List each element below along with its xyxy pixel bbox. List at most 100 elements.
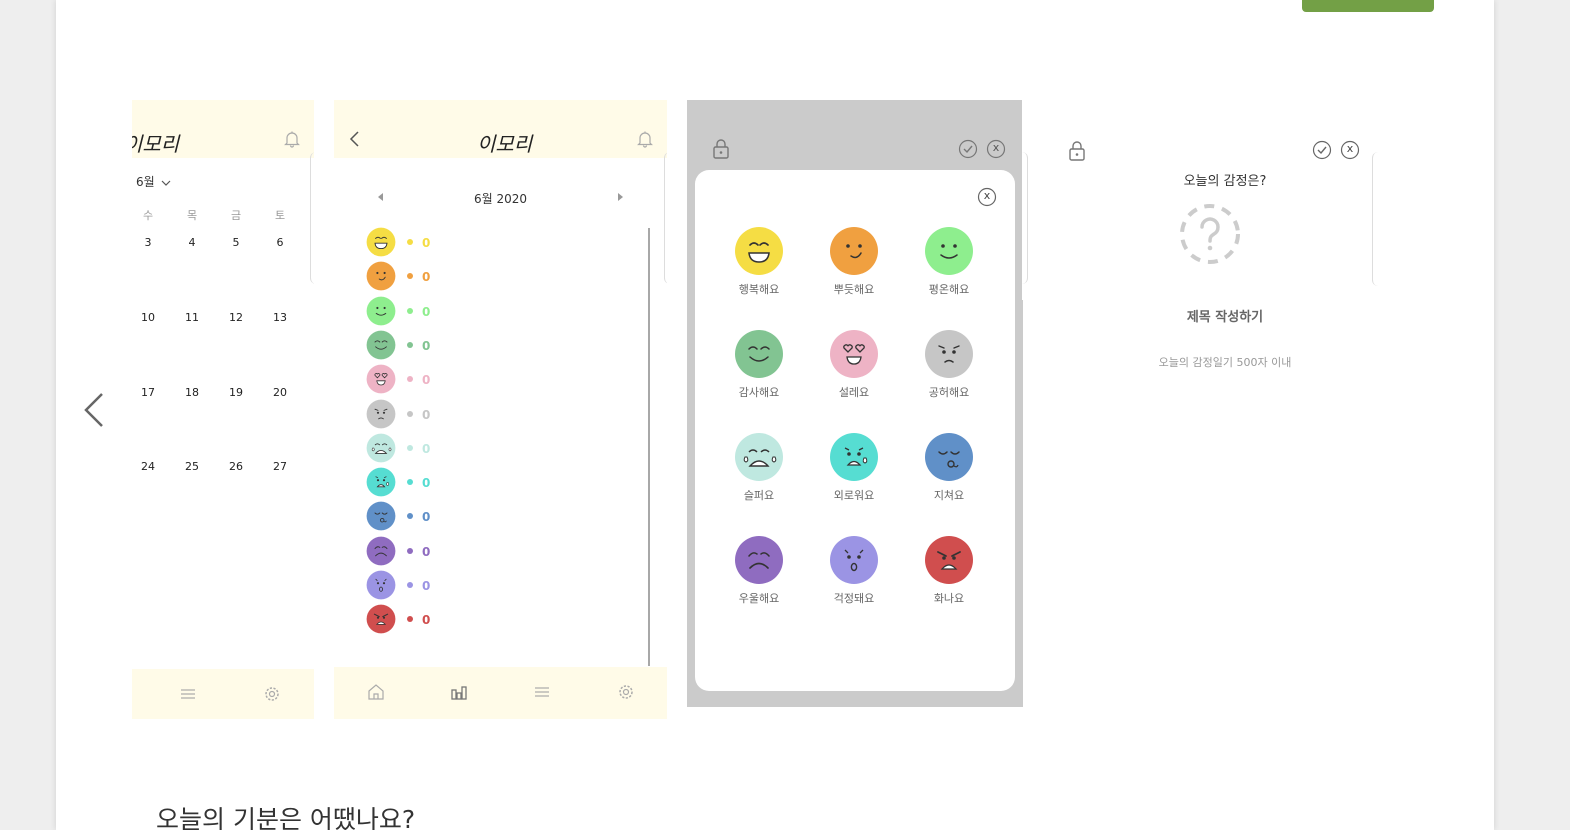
emotion-option[interactable]: 화나요 — [914, 535, 984, 617]
emotion-label: 행복해요 — [738, 283, 780, 296]
legend-dot — [407, 410, 413, 417]
top-action-button[interactable] — [1302, 0, 1434, 12]
app-logo: 이모리 — [477, 132, 533, 156]
emotion-option[interactable]: 설레요 — [819, 329, 889, 411]
calendar-day[interactable]: 20 — [268, 386, 292, 399]
calendar-day[interactable]: 25 — [180, 460, 204, 473]
legend-dot — [407, 513, 413, 520]
calendar-day[interactable]: 10 — [136, 311, 160, 324]
emotion-face-icon — [829, 226, 879, 276]
emotion-count: 0 — [422, 407, 431, 422]
unknown-emotion-icon[interactable] — [1178, 202, 1242, 266]
emotion-option[interactable]: 공허해요 — [914, 329, 984, 411]
emotion-option[interactable]: 평온해요 — [914, 226, 984, 308]
emotion-stat-row: 0 — [366, 364, 466, 394]
triangle-right-icon[interactable] — [616, 192, 624, 202]
page-container: 이모리 6월 수 목 금 토 3 4 5 6 10 11 12 13 17 18 19 20 24 25 26 27… — [56, 0, 1494, 830]
calendar-day[interactable]: 3 — [136, 236, 160, 249]
calendar-day[interactable]: 6 — [268, 236, 292, 249]
check-circle-icon[interactable] — [958, 139, 978, 159]
emotion-stat-row: 0 — [366, 296, 466, 326]
emotion-stat-row: 0 — [366, 604, 466, 634]
calendar-day[interactable]: 11 — [180, 311, 204, 324]
calendar-day[interactable]: 26 — [224, 460, 248, 473]
lock-icon[interactable] — [711, 138, 731, 160]
emotion-label: 공허해요 — [928, 386, 970, 399]
app-logo: 이모리 — [132, 132, 180, 156]
close-button[interactable]: x — [986, 139, 1006, 159]
calendar-day[interactable]: 19 — [224, 386, 248, 399]
month-label: 6월 — [136, 175, 155, 189]
gear-icon[interactable] — [616, 682, 636, 702]
legend-dot — [407, 616, 413, 623]
emotion-option[interactable]: 걱정돼요 — [819, 535, 889, 617]
menu-icon[interactable] — [532, 682, 552, 702]
emotion-label: 지쳐요 — [933, 489, 965, 502]
emotion-count: 0 — [422, 579, 431, 593]
check-circle-icon[interactable] — [1312, 140, 1332, 160]
emotion-option[interactable]: 우울해요 — [724, 535, 794, 617]
legend-dot — [407, 307, 413, 314]
legend-dot — [407, 376, 413, 383]
weekday-label: 수 — [142, 209, 154, 222]
emotion-stat-row: 0 — [366, 330, 466, 360]
emotion-option[interactable]: 뿌듯해요 — [819, 226, 889, 308]
calendar-day[interactable]: 18 — [180, 386, 204, 399]
emotion-count: 0 — [422, 304, 431, 319]
emotion-face-icon — [366, 467, 396, 497]
emotion-face-icon — [366, 261, 396, 291]
emotion-face-icon — [734, 226, 784, 276]
screen-calendar: 이모리 6월 수 목 금 토 3 4 5 6 10 11 12 13 17 18 19 20 24 25 26 27 — [132, 100, 314, 720]
menu-icon[interactable] — [178, 684, 198, 704]
calendar-day[interactable]: 13 — [268, 311, 292, 324]
emotion-face-icon — [366, 536, 396, 566]
emotion-face-icon — [829, 535, 879, 585]
emotion-count: 0 — [422, 338, 431, 353]
scrollbar[interactable] — [648, 228, 650, 666]
calendar-day[interactable]: 27 — [268, 460, 292, 473]
emotion-face-icon — [366, 501, 396, 531]
month-selector[interactable]: 6월 — [136, 173, 171, 190]
emotion-option[interactable]: 슬퍼요 — [724, 432, 794, 514]
emotion-option[interactable]: 행복해요 — [724, 226, 794, 308]
emotion-option[interactable]: 외로워요 — [819, 432, 889, 514]
carousel-prev-arrow[interactable] — [82, 390, 108, 430]
chart-icon[interactable] — [449, 682, 469, 702]
emotion-count: 0 — [422, 236, 431, 250]
emotion-face-icon — [366, 227, 396, 257]
gear-icon[interactable] — [262, 684, 282, 704]
emotion-face-icon — [734, 535, 784, 585]
lock-icon[interactable] — [1067, 140, 1087, 162]
calendar-day[interactable]: 5 — [224, 236, 248, 249]
emotion-stat-row: 0 — [366, 227, 466, 257]
emotion-face-icon — [366, 570, 396, 600]
chevron-down-icon — [161, 180, 170, 186]
emotion-face-icon — [366, 364, 396, 394]
emotion-option[interactable]: 지쳐요 — [914, 432, 984, 514]
calendar-header: 이모리 — [132, 100, 314, 158]
emotion-face-icon — [366, 296, 396, 326]
emotion-face-icon — [829, 329, 879, 379]
emotion-count: 0 — [422, 476, 431, 491]
legend-dot — [407, 444, 413, 451]
calendar-day[interactable]: 4 — [180, 236, 204, 249]
close-button[interactable]: x — [1340, 140, 1360, 160]
bottom-nav — [132, 669, 314, 719]
back-icon[interactable] — [348, 130, 360, 148]
home-icon[interactable] — [366, 682, 386, 702]
close-glyph: x — [1346, 142, 1354, 155]
emotion-option[interactable]: 감사해요 — [724, 329, 794, 411]
title-input[interactable]: 제목 작성하기 — [1102, 306, 1348, 325]
card-edge — [1372, 152, 1378, 286]
calendar-day[interactable]: 12 — [224, 311, 248, 324]
emotion-face-icon — [924, 226, 974, 276]
legend-dot — [407, 547, 413, 554]
legend-dot — [407, 239, 413, 245]
stats-header: 이모리 — [334, 100, 667, 158]
calendar-day[interactable]: 17 — [136, 386, 160, 399]
bell-icon[interactable] — [637, 130, 653, 148]
card-close-button[interactable]: x — [977, 187, 997, 207]
body-input[interactable]: 오늘의 감정일기 500자 이내 — [1102, 354, 1348, 370]
bell-icon[interactable] — [284, 130, 300, 148]
calendar-day[interactable]: 24 — [136, 460, 160, 473]
